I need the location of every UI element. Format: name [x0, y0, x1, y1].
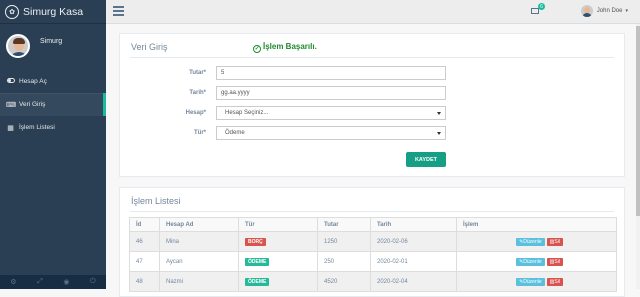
- success-message: ✓ İşlem Başarılı.: [253, 42, 317, 53]
- date-label: Tarih*: [189, 90, 206, 96]
- panel-title: İşlem Listesi: [131, 196, 181, 206]
- user-avatar: [580, 5, 593, 17]
- menu-toggle-icon[interactable]: [113, 6, 124, 16]
- profile-name: Simurg: [40, 38, 63, 45]
- brand-title: Simurg Kasa: [23, 5, 84, 18]
- topbar: 6 John Doe ▾: [106, 0, 640, 24]
- sidebar-item-veri-giris[interactable]: ⌨ Veri Giriş: [0, 93, 106, 116]
- cell-date: 2020-02-01: [370, 251, 457, 272]
- cell-account: Mina: [159, 231, 239, 252]
- form-panel: Veri Giriş ✓ İşlem Başarılı. Tutar* 5 Tar…: [119, 33, 625, 177]
- user-menu[interactable]: John Doe ▾: [580, 5, 628, 17]
- type-badge: ÖDEME: [245, 277, 270, 286]
- scrollbar-thumb[interactable]: [636, 26, 640, 216]
- delete-button[interactable]: ▥Sil: [546, 277, 563, 286]
- table-row: 47 Aycan ÖDEME 250 2020-02-01 ✎Düzenle ▥S…: [129, 251, 617, 272]
- cell-actions: ✎Düzenle ▥Sil: [456, 251, 617, 272]
- avatar: [6, 34, 30, 58]
- brand[interactable]: ✿ Simurg Kasa: [0, 0, 106, 24]
- type-badge: ÖDEME: [245, 257, 270, 266]
- sidebar-item-islem-listesi[interactable]: ▦ İşlem Listesi: [0, 116, 106, 139]
- table-row: 46 Mina BORÇ 1250 2020-02-06 ✎Düzenle ▥Si…: [129, 231, 617, 252]
- save-button[interactable]: KAYDET: [406, 152, 446, 167]
- cell-type: BORÇ: [238, 231, 318, 252]
- keyboard-icon: ⌨: [6, 101, 17, 109]
- cell-id: 47: [129, 251, 160, 272]
- column-header: Tür: [238, 217, 318, 232]
- cell-date: 2020-02-06: [370, 231, 457, 252]
- cell-id: 46: [129, 231, 160, 252]
- caret-down-icon: [437, 132, 441, 135]
- panel-title: Veri Giriş: [131, 42, 168, 52]
- column-header: İd: [129, 217, 160, 232]
- chevron-down-icon: ▾: [625, 8, 628, 14]
- cell-type: ÖDEME: [238, 251, 318, 272]
- cell-account: Aycan: [159, 251, 239, 272]
- divider: [130, 211, 614, 212]
- edit-button[interactable]: ✎Düzenle: [516, 237, 545, 246]
- notification-badge: 6: [538, 3, 545, 10]
- eye-slash-icon[interactable]: ◉: [63, 278, 69, 286]
- column-header: Tarih: [370, 217, 457, 232]
- account-label: Hesap*: [185, 110, 206, 116]
- check-circle-icon: ✓: [253, 45, 261, 53]
- amount-label: Tutar*: [189, 70, 206, 76]
- sidebar-item-hesap-ac[interactable]: Hesap Aç: [0, 70, 106, 93]
- column-header: İşlem: [456, 217, 617, 232]
- sidebar-footer: ⚙ ⤢ ◉ ⏻: [0, 275, 106, 289]
- settings-icon[interactable]: ⚙: [10, 278, 16, 286]
- type-select[interactable]: Ödeme: [216, 126, 446, 140]
- column-header: Hesap Ad: [159, 217, 239, 232]
- sidebar: ✿ Simurg Kasa Simurg Hesap Aç ⌨ Veri Gir…: [0, 0, 106, 289]
- fullscreen-icon[interactable]: ⤢: [37, 278, 43, 286]
- date-input[interactable]: gg.aa.yyyy: [216, 86, 446, 100]
- list-panel: İşlem Listesi İd Hesap Ad Tür Tutar Tari…: [119, 187, 625, 297]
- mail-icon[interactable]: [531, 8, 539, 14]
- sidebar-item-label: Veri Giriş: [19, 101, 46, 108]
- sidebar-item-label: Hesap Aç: [19, 78, 47, 85]
- paw-icon: ✿: [5, 4, 19, 19]
- divider: [130, 57, 614, 58]
- toggle-icon: [6, 78, 15, 85]
- edit-button[interactable]: ✎Düzenle: [516, 257, 545, 266]
- cell-actions: ✎Düzenle ▥Sil: [456, 231, 617, 252]
- delete-button[interactable]: ▥Sil: [546, 257, 563, 266]
- table-icon: ▦: [7, 124, 14, 132]
- type-badge: BORÇ: [245, 237, 266, 246]
- sidebar-nav: Hesap Aç ⌨ Veri Giriş ▦ İşlem Listesi: [0, 70, 106, 139]
- edit-button[interactable]: ✎Düzenle: [516, 277, 545, 286]
- cell-amount: 1250: [317, 231, 371, 252]
- user-name: John Doe: [596, 8, 623, 14]
- delete-button[interactable]: ▥Sil: [546, 237, 563, 246]
- power-icon[interactable]: ⏻: [90, 278, 96, 286]
- sidebar-item-label: İşlem Listesi: [19, 124, 55, 131]
- type-label: Tür*: [193, 130, 206, 136]
- page-scrollbar[interactable]: [636, 24, 640, 289]
- account-select[interactable]: Hesap Seçiniz...: [216, 106, 446, 120]
- caret-down-icon: [437, 112, 441, 115]
- transactions-table: İd Hesap Ad Tür Tutar Tarih İşlem 46 Min…: [129, 217, 617, 292]
- column-header: Tutar: [317, 217, 371, 232]
- amount-input[interactable]: 5: [216, 66, 446, 80]
- cell-amount: 250: [317, 251, 371, 272]
